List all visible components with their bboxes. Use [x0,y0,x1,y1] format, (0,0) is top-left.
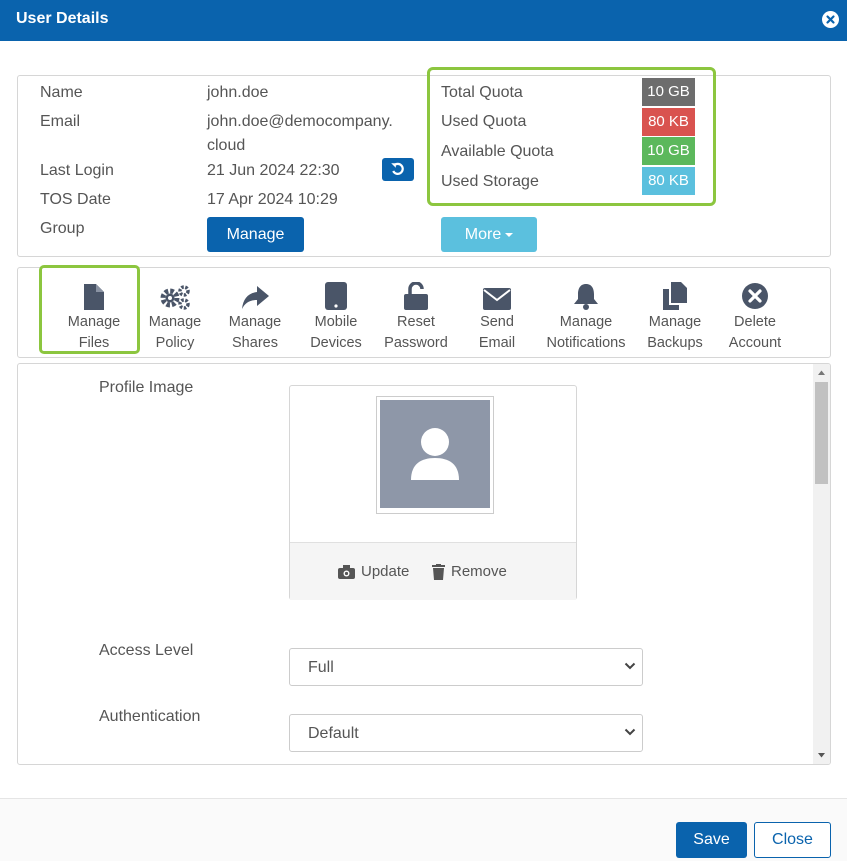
authentication-value: Default [308,725,359,742]
action-label-line2: Shares [232,335,278,351]
authentication-label: Authentication [99,708,201,725]
bell-icon [574,284,598,310]
profile-image-label: Profile Image [99,379,194,396]
manage-shares-action[interactable]: Manage Shares [219,280,291,354]
action-label-line1: Manage [648,314,702,330]
camera-icon [338,564,355,579]
action-label-line1: Mobile [314,314,358,330]
tablet-icon [325,282,347,310]
scrollbar-thumb[interactable] [815,382,828,484]
last-login-label: Last Login [40,162,114,179]
profile-image-card: Update Remove [289,385,577,600]
quota-highlight-box [427,67,716,206]
action-label-line2: Password [384,335,448,351]
group-label: Group [40,220,85,237]
unlock-icon [404,282,428,310]
tos-label: TOS Date [40,191,111,208]
action-label-line2: Email [478,335,516,351]
send-email-action[interactable]: Send Email [461,280,533,354]
share-icon [242,286,269,309]
email-value-line2: cloud [207,137,246,154]
action-label-line2: Devices [310,335,362,351]
action-label-line1: Reset [397,314,435,330]
action-label-line1: Send [480,314,514,330]
more-button-label: More [464,226,502,243]
authentication-select[interactable]: Default [289,714,643,752]
scroll-down-arrow-icon[interactable] [813,747,830,764]
save-button[interactable]: Save [676,822,747,858]
dialog-title: User Details [16,10,109,27]
email-value-line1: john.doe@democompany. [207,113,393,130]
envelope-icon [483,288,511,310]
undo-icon [391,162,404,175]
action-label-line2: Policy [155,335,195,351]
dialog-titlebar: User Details [0,0,847,41]
manage-backups-action[interactable]: Manage Backups [639,280,711,354]
remove-photo-button[interactable]: Remove [432,563,507,580]
reset-login-button[interactable] [382,158,414,181]
gears-icon [160,285,190,310]
update-photo-button[interactable]: Update [338,563,409,580]
trash-icon [432,563,445,580]
update-photo-label: Update [361,563,410,580]
profile-card-footer: Update Remove [290,542,576,600]
last-login-value: 21 Jun 2024 22:30 [207,162,340,179]
close-dialog-icon[interactable] [822,11,839,28]
close-button[interactable]: Close [754,822,831,858]
access-level-value: Full [308,659,334,676]
copy-icon [663,282,687,310]
action-label-line1: Manage [559,314,613,330]
chevron-down-icon [624,662,636,670]
access-level-label: Access Level [99,642,194,659]
vertical-scrollbar[interactable] [813,364,830,764]
manage-policy-action[interactable]: Manage Policy [139,280,211,354]
action-label-line1: Manage [148,314,202,330]
name-value: john.doe [207,84,269,101]
manage-notifications-action[interactable]: Manage Notifications [541,280,631,354]
action-label-line2: Backups [647,335,703,351]
times-circle-icon [742,283,768,309]
manage-files-highlight-box [39,265,140,354]
more-dropdown-button[interactable]: More [441,217,537,252]
caret-down-icon [505,232,514,237]
delete-account-action[interactable]: Delete Account [719,280,791,354]
name-label: Name [40,84,83,101]
action-label-line1: Manage [228,314,282,330]
user-placeholder-icon [411,428,459,480]
scroll-up-arrow-icon[interactable] [813,364,830,381]
action-label-line2: Account [728,335,782,351]
profile-content-panel: Profile Image Update Remove Access Level… [17,363,831,765]
action-label-line1: Delete [734,314,776,330]
access-level-select[interactable]: Full [289,648,643,686]
mobile-devices-action[interactable]: Mobile Devices [300,280,372,354]
manage-group-button[interactable]: Manage [207,217,304,252]
profile-avatar [380,400,490,508]
reset-password-action[interactable]: Reset Password [380,280,452,354]
tos-value: 17 Apr 2024 10:29 [207,191,338,208]
action-label-line2: Notifications [546,335,626,351]
email-label: Email [40,113,81,130]
chevron-down-icon [624,728,636,736]
profile-image-frame [376,396,494,514]
remove-photo-label: Remove [451,563,507,580]
